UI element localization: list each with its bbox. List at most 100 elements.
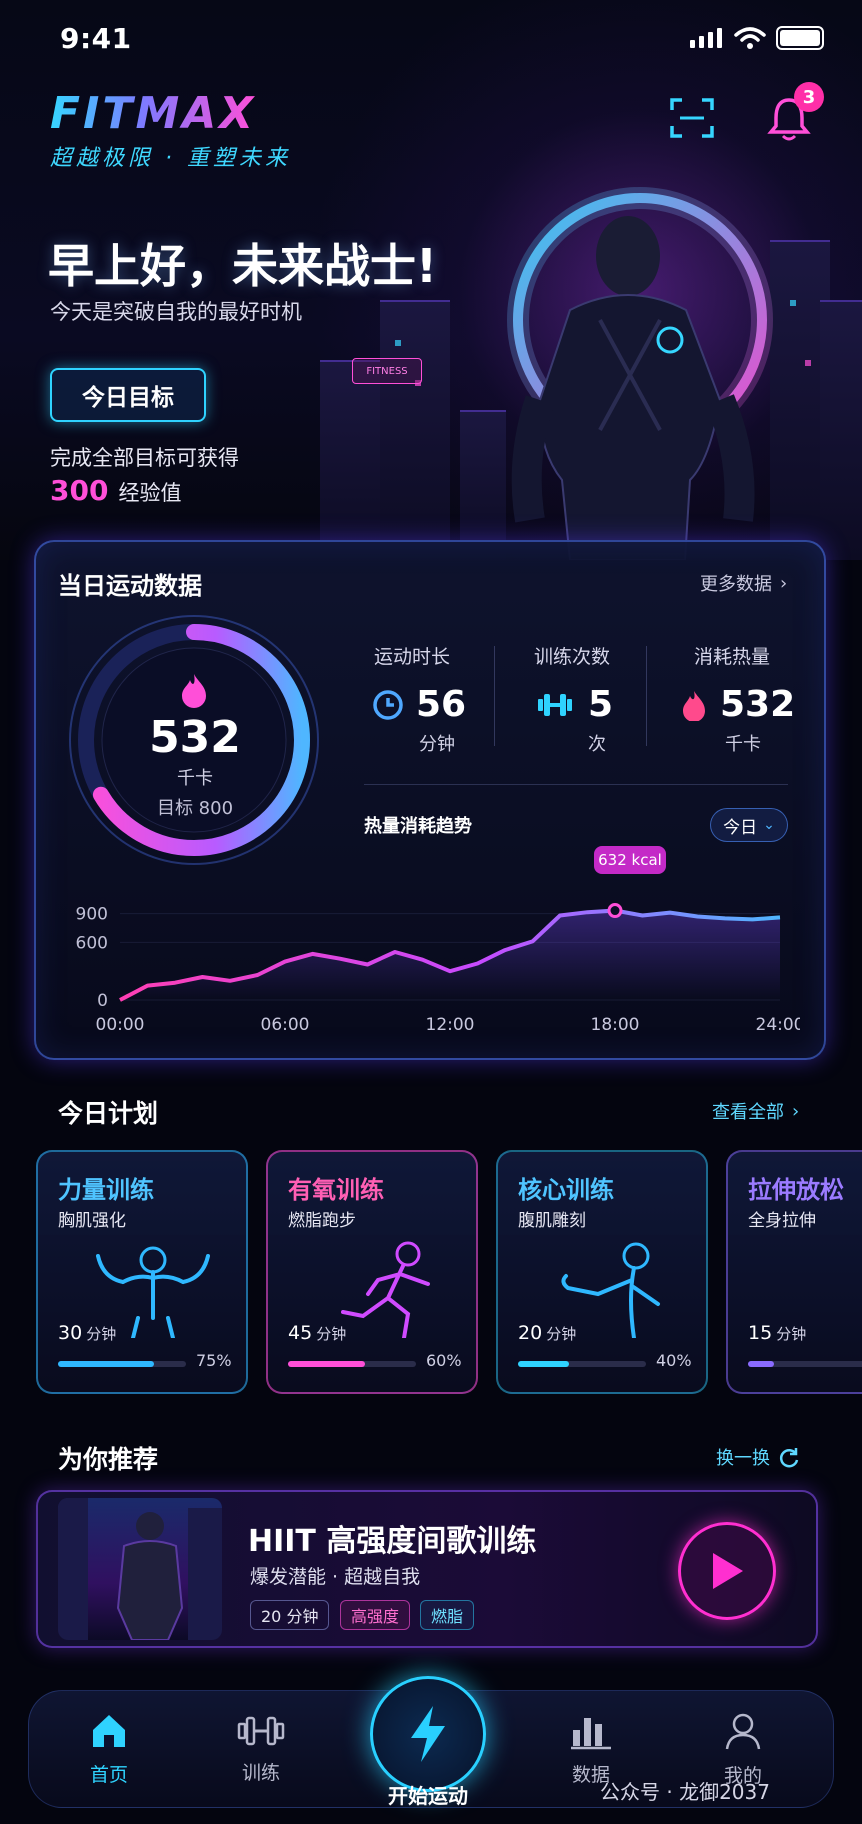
tag-intensity: 高强度 — [340, 1600, 411, 1630]
plan-card-core[interactable]: 核心训练 腹肌雕刻 20 分钟 40% — [496, 1150, 708, 1394]
plan-progress-label: 40% — [656, 1351, 692, 1370]
flame-icon — [182, 674, 206, 708]
y-tick-label: 0 — [97, 991, 108, 1011]
xp-value: 300 — [50, 474, 109, 507]
stat-label-calories: 消耗热量 — [693, 646, 770, 668]
ring-calorie-unit: 千卡 — [177, 768, 213, 789]
stat-value-sessions: 5 — [588, 684, 614, 725]
refresh-link[interactable]: 换一换 — [716, 1444, 800, 1470]
y-tick-label: 600 — [76, 933, 108, 953]
more-data-link[interactable]: 更多数据 › — [700, 570, 787, 596]
recommend-section-title: 为你推荐 — [58, 1445, 159, 1474]
stat-unit-sessions: 次 — [588, 734, 606, 755]
plan-progress-label: 75% — [196, 1351, 232, 1370]
plan-duration-unit: 分钟 — [86, 1325, 117, 1343]
view-all-label: 查看全部 — [712, 1102, 784, 1123]
plan-duration-value: 20 — [518, 1322, 543, 1344]
plan-section-title: 今日计划 — [58, 1099, 159, 1128]
tab-home-label: 首页 — [89, 1763, 128, 1786]
lightning-icon — [411, 1706, 445, 1762]
plan-duration-value: 15 — [748, 1322, 773, 1344]
plan-progress-fill — [748, 1361, 774, 1367]
plan-duration: 20 分钟 — [518, 1322, 576, 1344]
notification-badge: 3 — [794, 82, 824, 112]
stat-unit-duration: 分钟 — [419, 734, 455, 755]
plan-progress-fill — [58, 1361, 154, 1367]
plan-progress-track — [748, 1361, 862, 1367]
trend-area — [120, 910, 780, 1000]
plan-progress-fill — [288, 1361, 365, 1367]
ring-calorie-value: 532 — [149, 712, 241, 763]
battery-icon — [776, 26, 824, 50]
stat-duration: 56 — [372, 684, 466, 725]
stat-sessions: 5 — [536, 684, 613, 725]
stat-unit-calories: 千卡 — [725, 734, 761, 755]
period-label: 今日 — [723, 817, 758, 838]
peak-tooltip: 632 kcal — [594, 846, 666, 874]
window-light — [790, 300, 796, 306]
window-light — [805, 360, 811, 366]
x-tick-label: 06:00 — [261, 1015, 310, 1035]
tab-training[interactable]: 训练 — [206, 1690, 316, 1808]
app-logo: FITMAX — [50, 88, 257, 139]
trend-title: 热量消耗趋势 — [364, 816, 472, 837]
plan-progress-track — [58, 1361, 186, 1367]
watermark: 公众号 · 龙御2037 — [600, 1780, 770, 1804]
x-tick-label: 18:00 — [591, 1015, 640, 1035]
scan-icon[interactable] — [670, 96, 714, 140]
dumbbell-icon — [237, 1716, 285, 1745]
plan-duration-unit: 分钟 — [316, 1325, 347, 1343]
app-slogan: 超越极限 · 重塑未来 — [50, 146, 291, 171]
start-workout-label: 开始运动 — [388, 1784, 468, 1808]
plan-duration: 15 分钟 — [748, 1322, 806, 1344]
calorie-trend-chart: 900 600 0 00:00 06:00 12:00 18:00 24:00 — [76, 903, 801, 1035]
play-icon — [713, 1553, 743, 1589]
x-tick-label: 00:00 — [96, 1015, 145, 1035]
plan-duration-value: 45 — [288, 1322, 313, 1344]
xp-reward: 300 经验值 — [50, 474, 181, 507]
tag-fat-burn: 燃脂 — [420, 1600, 475, 1630]
plan-card-strength[interactable]: 力量训练 胸肌强化 30 分钟 75% — [36, 1150, 248, 1394]
tab-home[interactable]: 首页 — [54, 1690, 164, 1808]
goal-reward-text: 完成全部目标可获得 — [50, 446, 239, 470]
data-point — [607, 903, 623, 919]
play-button[interactable] — [678, 1522, 776, 1620]
divider — [494, 646, 495, 746]
workout-thumbnail — [58, 1498, 222, 1640]
plan-progress-track — [288, 1361, 416, 1367]
view-all-link[interactable]: 查看全部 › — [712, 1098, 799, 1124]
stat-value-duration: 56 — [416, 684, 467, 725]
plan-progress-track — [518, 1361, 646, 1367]
plan-progress-fill — [518, 1361, 570, 1367]
tab-training-label: 训练 — [241, 1761, 280, 1784]
window-light — [395, 340, 401, 346]
chevron-right-icon: › — [792, 1100, 800, 1122]
divider — [646, 646, 647, 746]
bar-chart-icon — [571, 1717, 611, 1749]
plan-subtitle: 胸肌强化 — [58, 1211, 126, 1231]
plan-subtitle: 腹肌雕刻 — [518, 1211, 586, 1231]
user-icon — [725, 1713, 761, 1749]
plan-card-stretch[interactable]: 拉伸放松 全身拉伸 15 分钟 — [726, 1150, 862, 1394]
y-tick-label: 900 — [76, 905, 108, 925]
more-data-label: 更多数据 — [700, 574, 772, 595]
plan-name: 拉伸放松 — [748, 1176, 844, 1204]
home-icon — [93, 1714, 125, 1747]
start-workout-button[interactable] — [370, 1676, 486, 1792]
plan-name: 有氧训练 — [288, 1176, 384, 1204]
plan-card-cardio[interactable]: 有氧训练 燃脂跑步 45 分钟 60% — [266, 1150, 478, 1394]
flame-icon — [683, 690, 705, 721]
plan-subtitle: 燃脂跑步 — [288, 1211, 356, 1231]
athlete-figure — [511, 216, 755, 560]
greeting-subtitle: 今天是突破自我的最好时机 — [50, 300, 302, 324]
building — [320, 360, 380, 560]
building — [380, 300, 450, 560]
plan-duration-unit: 分钟 — [776, 1325, 807, 1343]
refresh-label: 换一换 — [716, 1448, 770, 1469]
recommend-title: HIIT 高强度间歌训练 — [248, 1524, 537, 1559]
neon-sign: FITNESS — [352, 358, 422, 384]
stat-label-duration: 运动时长 — [373, 646, 450, 668]
period-selector[interactable]: 今日 ⌄ — [710, 808, 788, 842]
x-tick-label: 24:00 — [756, 1015, 801, 1035]
today-goal-button[interactable]: 今日目标 — [50, 368, 206, 422]
